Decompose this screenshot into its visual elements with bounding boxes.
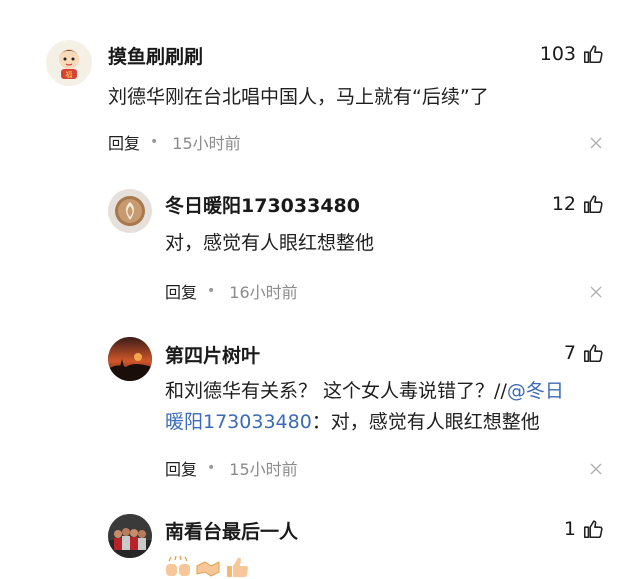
reply-button[interactable]: 回复 [165, 279, 197, 303]
like-button[interactable]: 12 [552, 193, 604, 215]
sunset-silhouette-icon [108, 337, 152, 381]
avatar[interactable] [108, 514, 152, 558]
comment-text-suffix: ：对，感觉有人眼红想整他 [311, 411, 540, 433]
comment-username[interactable]: 南看台最后一人 [165, 517, 298, 544]
comment-text: 和刘德华有关系？ 这个女人毒说错了？//@冬日 暖阳173033480：对，感觉… [165, 376, 605, 438]
comment-text-line: 暖阳173033480：对，感觉有人眼红想整他 [165, 407, 605, 438]
like-button[interactable]: 1 [564, 518, 604, 540]
comment-text: 刘德华刚在台北唱中国人，马上就有“后续”了 [108, 86, 489, 108]
comment-text: 对，感觉有人眼红想整他 [165, 232, 375, 254]
thumbs-up-icon [583, 344, 603, 363]
reply-item: 冬日暖阳173033480 12 对，感觉有人眼红想整他 回复 • 16小时前 [0, 170, 640, 320]
reply-button[interactable]: 回复 [108, 130, 140, 154]
timestamp: 15小时前 [229, 460, 298, 479]
coffee-latte-icon [108, 189, 152, 233]
fist-bump-icon [166, 556, 190, 576]
timestamp: 16小时前 [229, 283, 298, 302]
like-count: 7 [563, 342, 576, 364]
comment-username[interactable]: 冬日暖阳173033480 [165, 191, 360, 218]
like-count: 12 [551, 193, 576, 215]
avatar[interactable]: 福 [46, 40, 92, 86]
team-photo-icon [108, 514, 152, 558]
thumbs-up-icon [583, 520, 603, 539]
separator-dot: • [207, 460, 216, 476]
reply-button[interactable]: 回复 [165, 456, 197, 480]
like-button[interactable]: 103 [540, 43, 604, 65]
separator-dot: • [150, 134, 159, 150]
comment-username[interactable]: 摸鱼刷刷刷 [108, 42, 203, 69]
timestamp: 15小时前 [172, 134, 241, 153]
like-button[interactable]: 7 [564, 342, 604, 364]
close-icon[interactable] [590, 463, 602, 475]
thumbs-up-icon [583, 195, 603, 214]
avatar[interactable] [108, 337, 152, 381]
comment-meta: 回复 • 15小时前 [108, 130, 241, 154]
thumbs-up-emoji-icon [227, 557, 248, 577]
comment-text-line: 和刘德华有关系？ 这个女人毒说错了？//@冬日 [165, 376, 605, 407]
like-count: 1 [563, 518, 576, 540]
like-count: 103 [539, 43, 576, 65]
comment-item: 福 摸鱼刷刷刷 103 刘德华刚在台北唱中国人，马上就有“后续”了 回复 • 1… [0, 0, 640, 170]
reply-item: 第四片树叶 7 和刘德华有关系？ 这个女人毒说错了？//@冬日 暖阳173033… [0, 320, 640, 500]
separator-dot: • [207, 283, 216, 299]
mention-link[interactable]: 暖阳173033480 [165, 411, 312, 433]
mention-link[interactable]: @冬日 [507, 380, 564, 402]
comment-meta: 回复 • 16小时前 [165, 279, 298, 303]
handshake-icon [196, 561, 220, 577]
cartoon-character-icon: 福 [46, 40, 92, 86]
comment-text-prefix: 和刘德华有关系？ 这个女人毒说错了？// [165, 380, 507, 402]
avatar[interactable] [108, 189, 152, 233]
thumbs-up-icon [583, 45, 603, 64]
close-icon[interactable] [590, 137, 602, 149]
comment-username[interactable]: 第四片树叶 [165, 341, 260, 368]
svg-text:福: 福 [66, 70, 73, 79]
emoji-row [165, 556, 251, 578]
close-icon[interactable] [590, 286, 602, 298]
comment-meta: 回复 • 15小时前 [165, 456, 298, 480]
reply-item: 南看台最后一人 1 [0, 500, 640, 579]
